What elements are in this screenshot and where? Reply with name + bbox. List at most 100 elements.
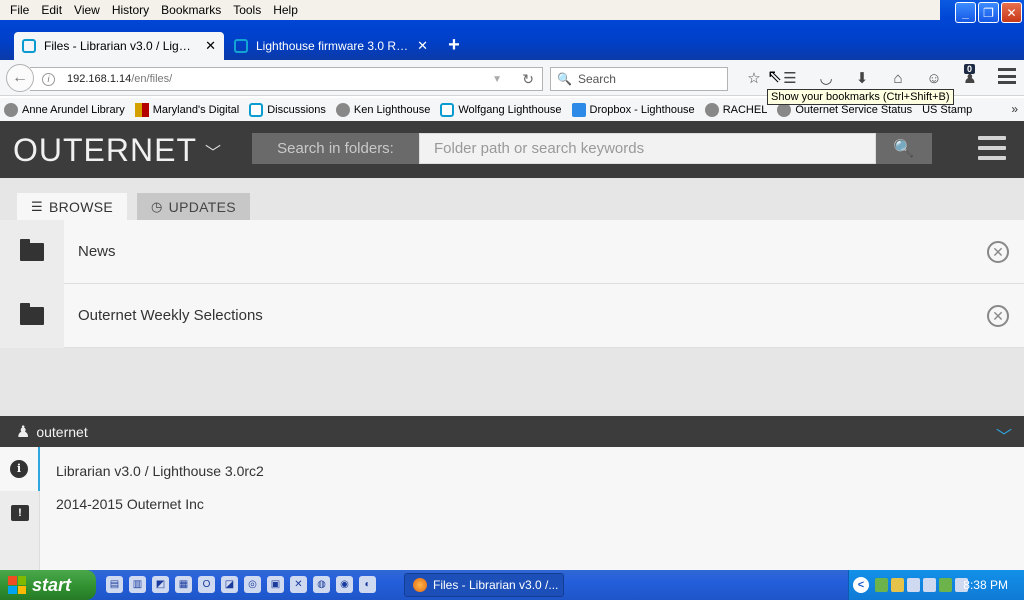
start-button[interactable]: start	[0, 570, 96, 600]
quick-launch: ▤ ▥ ◩ ▦ O ◪ ◎ ▣ ✕ ◍ ◉ ◐	[106, 576, 376, 593]
tab-updates[interactable]: ◷ UPDATES	[137, 193, 250, 220]
app-header: OUTERNET ﹀ Search in folders: Folder pat…	[0, 121, 1024, 178]
downloads-icon[interactable]: ⬇	[844, 66, 880, 90]
folder-list: News ✕ Outernet Weekly Selections ✕	[0, 219, 1024, 348]
volume-icon[interactable]	[923, 578, 936, 592]
menu-tools[interactable]: Tools	[227, 0, 267, 20]
url-host: 192.168.1.14	[67, 73, 132, 85]
feedback-tab[interactable]: !	[0, 491, 40, 535]
bookmark-item[interactable]: Discussions	[249, 103, 326, 117]
bookmark-item[interactable]: Outernet Service Status	[777, 103, 912, 117]
back-button[interactable]: ←	[6, 64, 34, 92]
search-submit-button[interactable]: 🔍	[876, 133, 932, 164]
start-label: start	[32, 574, 72, 595]
browser-tab-firmware[interactable]: Lighthouse firmware 3.0 Release Candidat…	[226, 32, 436, 60]
system-tray: < 8:38 PM	[848, 570, 1024, 600]
browser-menu-icon[interactable]	[998, 68, 1016, 84]
remove-folder-icon[interactable]: ✕	[987, 241, 1009, 263]
quicklaunch-app-icon[interactable]: ◎	[244, 576, 261, 593]
folder-name[interactable]: Outernet Weekly Selections	[78, 307, 263, 324]
close-window-button[interactable]: ✕	[1001, 2, 1022, 23]
menu-edit[interactable]: Edit	[35, 0, 68, 20]
chevron-down-icon[interactable]: ﹀	[996, 423, 1012, 447]
bookmarks-tooltip: Show your bookmarks (Ctrl+Shift+B)	[767, 89, 954, 105]
menu-view[interactable]: View	[68, 0, 106, 20]
tray-app-icon[interactable]	[907, 578, 920, 592]
windows-logo-icon	[8, 576, 26, 594]
bookmark-item[interactable]: RACHEL	[704, 103, 767, 117]
close-tab-icon[interactable]: ✕	[417, 38, 428, 54]
opera-icon[interactable]: O	[198, 576, 215, 593]
chevron-down-icon: ﹀	[205, 144, 223, 162]
tray-app-icon[interactable]	[891, 578, 904, 592]
info-panel: i ! Librarian v3.0 / Lighthouse 3.0rc2 2…	[0, 447, 1024, 570]
info-panel-tabs: i !	[0, 447, 40, 570]
quicklaunch-app-icon[interactable]: ▥	[129, 576, 146, 593]
bookmark-item[interactable]: Anne Arundel Library	[4, 103, 125, 117]
tab-updates-label: UPDATES	[168, 198, 236, 215]
quicklaunch-app-icon[interactable]: ◍	[313, 576, 330, 593]
copyright-text: 2014-2015 Outernet Inc	[56, 496, 204, 512]
quicklaunch-app-icon[interactable]: ▤	[106, 576, 123, 593]
folder-search-input[interactable]: Folder path or search keywords	[419, 133, 876, 164]
menu-history[interactable]: History	[106, 0, 155, 20]
info-tab[interactable]: i	[0, 447, 40, 491]
close-tab-icon[interactable]: ✕	[205, 38, 216, 54]
address-bar[interactable]: i 192.168.1.14/en/files/ ▼ ↻	[30, 67, 543, 91]
menu-help[interactable]: Help	[267, 0, 304, 20]
app-menu-icon[interactable]	[978, 136, 1006, 160]
search-icon: 🔍	[893, 138, 915, 158]
menu-bookmarks[interactable]: Bookmarks	[155, 0, 227, 20]
quicklaunch-app-icon[interactable]: ◪	[221, 576, 238, 593]
tab-browse[interactable]: ☰ BROWSE	[17, 193, 127, 220]
quicklaunch-app-icon[interactable]: ▣	[267, 576, 284, 593]
folder-name[interactable]: News	[78, 243, 116, 260]
history-dropdown-icon[interactable]: ▼	[492, 74, 502, 85]
bookmark-item[interactable]: Dropbox - Lighthouse	[571, 103, 695, 117]
remove-folder-icon[interactable]: ✕	[987, 305, 1009, 327]
tray-app-icon[interactable]	[875, 578, 888, 592]
search-box[interactable]: 🔍 Search	[550, 67, 728, 91]
home-icon[interactable]: ⌂	[880, 66, 916, 90]
bookmark-item[interactable]: US Stamp	[922, 104, 972, 116]
reload-icon[interactable]: ↻	[522, 71, 534, 88]
bookmark-item[interactable]: Maryland's Digital	[134, 103, 239, 117]
show-hidden-icons-icon[interactable]: <	[853, 577, 869, 593]
site-info-icon[interactable]: i	[42, 72, 55, 86]
tray-icons	[875, 578, 968, 592]
notification-badge: 0	[964, 64, 976, 74]
search-placeholder: Search	[577, 72, 616, 86]
minimize-button[interactable]: _	[955, 2, 976, 23]
restore-button[interactable]: ❐	[978, 2, 999, 23]
browser-tab-files[interactable]: Files - Librarian v3.0 / Lighthouse 3.0r…	[14, 32, 224, 60]
quicklaunch-app-icon[interactable]: ◉	[336, 576, 353, 593]
alert-comment-icon: !	[11, 505, 29, 521]
firefox-icon[interactable]: ◐	[359, 576, 376, 593]
outernet-favicon-icon	[234, 39, 248, 53]
quicklaunch-app-icon[interactable]: ▦	[175, 576, 192, 593]
new-tab-button[interactable]: +	[444, 34, 464, 56]
bookmarks-overflow-button[interactable]: »	[1011, 102, 1018, 116]
user-bar[interactable]: ♟ outernet ﹀	[0, 416, 1024, 447]
quicklaunch-app-icon[interactable]: ◩	[152, 576, 169, 593]
bookmark-item[interactable]: Ken Lighthouse	[335, 103, 430, 117]
quicklaunch-app-icon[interactable]: ✕	[290, 576, 307, 593]
brand-menu[interactable]: OUTERNET ﹀	[13, 132, 222, 169]
signal-strength-icon[interactable]	[939, 578, 952, 592]
pocket-icon[interactable]: ◡	[808, 66, 844, 90]
list-item[interactable]: Outernet Weekly Selections ✕	[0, 283, 1024, 348]
bookmark-item[interactable]: Wolfgang Lighthouse	[440, 103, 562, 117]
taskbar-window-label: Files - Librarian v3.0 /...	[433, 578, 559, 592]
list-item[interactable]: News ✕	[0, 219, 1024, 284]
search-icon: 🔍	[557, 72, 572, 86]
firefox-icon	[413, 578, 427, 592]
view-tabs: ☰ BROWSE ◷ UPDATES	[17, 193, 250, 220]
menu-file[interactable]: File	[4, 0, 35, 20]
folder-cell	[0, 219, 64, 284]
outernet-favicon-icon	[22, 39, 36, 53]
taskbar-window-button[interactable]: Files - Librarian v3.0 /...	[404, 573, 564, 597]
mouse-cursor-icon: ⇖	[767, 66, 783, 86]
folder-search-form: Search in folders: Folder path or search…	[252, 133, 932, 164]
menu-bar: File Edit View History Bookmarks Tools H…	[0, 0, 940, 20]
feedback-smiley-icon[interactable]: ☺	[916, 66, 952, 90]
